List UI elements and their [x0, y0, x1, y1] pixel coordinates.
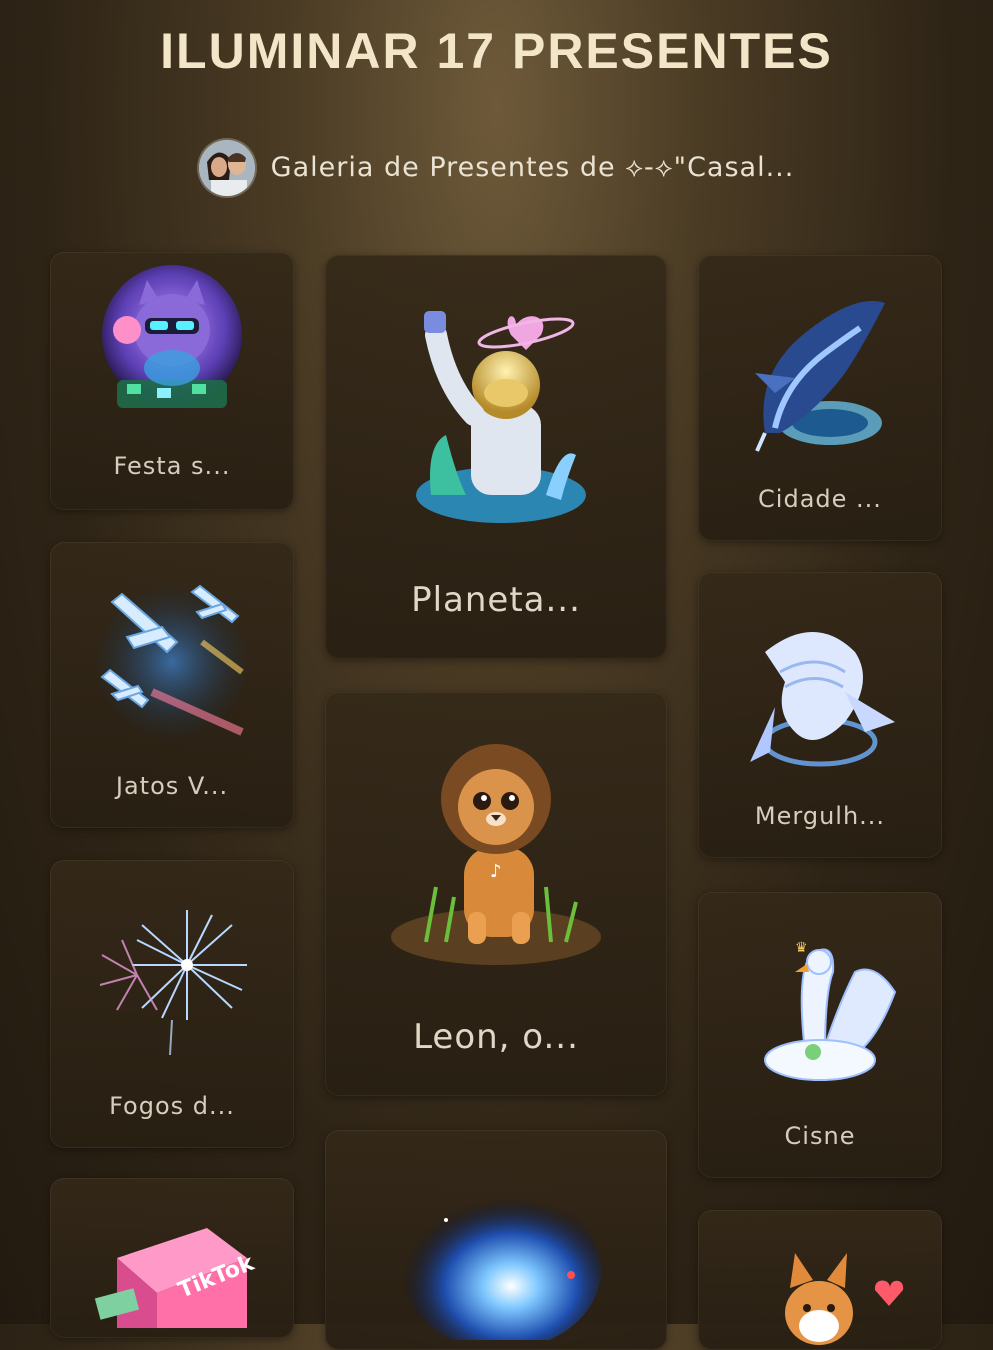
gift-label: Fogos d...	[109, 1092, 235, 1120]
fireworks-icon	[99, 910, 247, 1056]
gift-card-cidade[interactable]: Cidade ...	[698, 255, 942, 541]
jets-icon	[97, 584, 247, 737]
tiktok-box-icon: TikTok	[94, 1228, 257, 1328]
gallery-owner-label: Galeria de Presentes de ⟡-⟡"Casal...	[270, 152, 795, 183]
gift-card-festa[interactable]: Festa s...	[50, 252, 294, 510]
couple-avatar-icon	[198, 140, 255, 196]
gift-label: Festa s...	[113, 452, 231, 480]
gift-card-planeta[interactable]: Planeta...	[325, 255, 667, 659]
gift-card-cisne[interactable]: ♛ Cisne	[698, 892, 942, 1178]
astronaut-icon	[416, 311, 586, 523]
gift-card-jatos[interactable]: Jatos V...	[50, 542, 294, 828]
gift-card-fogos[interactable]: Fogos d...	[50, 860, 294, 1148]
gift-label: Jatos V...	[115, 772, 229, 800]
gift-label: Leon, o...	[413, 1017, 579, 1057]
gift-label: Cidade ...	[758, 485, 882, 513]
gift-label: Cisne	[784, 1122, 856, 1150]
gift-card-leon[interactable]: ♪ Leon, o...	[325, 692, 667, 1096]
swan-icon: ♛	[764, 940, 897, 1081]
lion-cat-icon: ♪	[391, 744, 601, 965]
gift-card-corgi[interactable]	[698, 1210, 942, 1350]
gift-card-mergulho[interactable]: Mergulh...	[698, 572, 942, 858]
svg-text:♛: ♛	[795, 940, 808, 956]
gift-gallery-owner[interactable]: Galeria de Presentes de ⟡-⟡"Casal...	[0, 140, 993, 196]
page-title: ILUMINAR 17 PRESENTES	[160, 23, 833, 79]
whale-city-icon	[755, 301, 885, 452]
whale-dive-icon	[750, 632, 895, 767]
svg-text:♪: ♪	[490, 861, 502, 882]
gift-label: Planeta...	[411, 580, 581, 620]
gift-card-tiktok[interactable]: TikTok	[50, 1178, 294, 1338]
galaxy-icon	[401, 1190, 601, 1340]
corgi-icon	[785, 1253, 904, 1345]
gift-card-galaxy[interactable]	[325, 1130, 667, 1350]
avatar[interactable]	[198, 140, 255, 196]
gift-label: Mergulh...	[754, 802, 886, 830]
party-cat-icon	[102, 265, 242, 408]
